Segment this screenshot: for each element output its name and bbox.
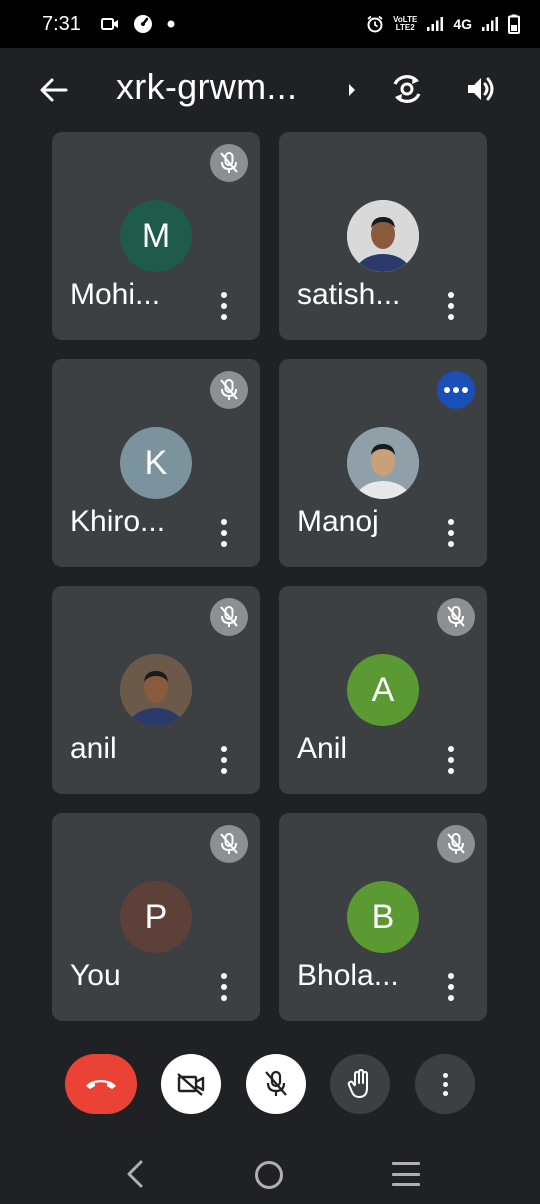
avatar-initial: B — [371, 897, 395, 936]
raise-hand-button[interactable] — [330, 1054, 390, 1114]
participant-tile[interactable]: K Khiro... — [52, 359, 260, 567]
mic-muted-icon — [447, 606, 465, 627]
mic-muted-badge — [210, 598, 248, 636]
speaker-button[interactable] — [460, 68, 502, 110]
participant-name: Anil — [297, 732, 348, 765]
avatar: P — [120, 881, 192, 953]
raise-hand-icon — [347, 1069, 368, 1098]
more-vert-icon — [221, 292, 227, 298]
system-nav-bar — [0, 1144, 540, 1204]
more-options-button[interactable] — [415, 1054, 475, 1114]
participant-name: Bhola... — [297, 959, 399, 992]
battery-icon — [508, 14, 520, 34]
more-vert-icon — [221, 973, 227, 979]
end-call-icon — [86, 1080, 116, 1089]
more-vert-icon — [448, 973, 454, 979]
mic-muted-badge — [210, 825, 248, 863]
tile-menu-button[interactable] — [212, 742, 236, 778]
avatar — [120, 654, 192, 726]
signal-icon — [482, 17, 498, 31]
back-arrow-icon — [40, 78, 68, 102]
mic-off-icon — [265, 1070, 287, 1096]
mic-muted-badge — [437, 598, 475, 636]
mic-muted-icon — [220, 152, 238, 173]
participant-photo — [347, 427, 419, 499]
mic-toggle-button[interactable] — [246, 1054, 306, 1114]
mic-muted-badge — [210, 144, 248, 182]
mic-muted-icon — [220, 379, 238, 400]
tile-menu-button[interactable] — [212, 515, 236, 551]
tile-menu-button[interactable] — [439, 288, 463, 324]
participant-tile[interactable]: A Anil — [279, 586, 487, 794]
more-vert-icon — [448, 519, 454, 525]
camera-off-icon — [177, 1073, 205, 1096]
camera-toggle-button[interactable] — [161, 1054, 221, 1114]
avatar-initial: A — [371, 670, 395, 709]
status-bar: 7:31 VoLTE LTE2 4G — [0, 0, 540, 48]
switch-camera-icon — [393, 75, 421, 103]
signal-icon — [427, 17, 444, 31]
participant-name: Khiro... — [70, 505, 166, 538]
participant-photo — [347, 200, 419, 272]
tile-menu-button[interactable] — [439, 969, 463, 1005]
status-time: 7:31 — [42, 12, 81, 35]
tile-menu-button[interactable] — [212, 969, 236, 1005]
more-options-icon — [442, 1072, 448, 1096]
participant-tile[interactable]: satish... — [279, 132, 487, 340]
participant-tile[interactable]: M Mohi... — [52, 132, 260, 340]
alarm-icon — [367, 15, 383, 33]
avatar: K — [120, 427, 192, 499]
participant-tile[interactable]: Manoj — [279, 359, 487, 567]
volte-bottom-label: LTE2 — [395, 23, 415, 32]
avatar-initial: K — [144, 443, 168, 482]
nav-recents-icon[interactable] — [392, 1162, 420, 1186]
participant-tile[interactable]: B Bhola... — [279, 813, 487, 1021]
tile-menu-button[interactable] — [212, 288, 236, 324]
more-vert-icon — [221, 519, 227, 525]
nav-home-icon[interactable] — [255, 1161, 283, 1189]
data-saver-icon — [133, 15, 152, 33]
participant-tile[interactable]: P You — [52, 813, 260, 1021]
participant-name: satish... — [297, 278, 401, 311]
participant-name: You — [70, 959, 121, 992]
status-right-icons: VoLTE LTE2 4G — [366, 14, 520, 34]
avatar-initial: P — [144, 897, 168, 936]
call-header: xrk-grwm... — [0, 48, 540, 132]
tile-menu-button[interactable] — [439, 515, 463, 551]
meeting-title[interactable]: xrk-grwm... — [116, 66, 338, 108]
avatar-initial: M — [141, 216, 171, 255]
participant-name: anil — [70, 732, 117, 765]
mic-muted-badge — [437, 825, 475, 863]
back-button[interactable] — [36, 72, 72, 108]
avatar: B — [347, 881, 419, 953]
participant-tile[interactable]: anil — [52, 586, 260, 794]
mic-muted-icon — [220, 833, 238, 854]
participant-photo — [120, 654, 192, 726]
participant-name: Mohi... — [70, 278, 161, 311]
more-vert-icon — [448, 746, 454, 752]
more-vert-icon — [221, 746, 227, 752]
avatar: M — [120, 200, 192, 272]
caret-right-icon[interactable] — [344, 78, 360, 102]
speaker-icon — [468, 77, 494, 101]
mic-muted-badge — [210, 371, 248, 409]
speaking-indicator-icon — [437, 371, 475, 409]
tile-menu-button[interactable] — [439, 742, 463, 778]
end-call-button[interactable] — [65, 1054, 137, 1114]
volte-icon: VoLTE LTE2 — [393, 16, 417, 32]
more-vert-icon — [448, 292, 454, 298]
mic-muted-icon — [447, 833, 465, 854]
notification-dot-icon — [167, 20, 175, 28]
status-left-icons — [100, 14, 175, 34]
video-call-icon — [100, 18, 118, 30]
mic-muted-icon — [220, 606, 238, 627]
nav-back-icon[interactable] — [120, 1158, 152, 1190]
switch-camera-button[interactable] — [386, 68, 428, 110]
participant-name: Manoj — [297, 505, 379, 538]
avatar — [347, 200, 419, 272]
avatar — [347, 427, 419, 499]
meet-screen: 7:31 VoLTE LTE2 4G xrk-grwm... M Mohi...… — [0, 0, 540, 1204]
avatar: A — [347, 654, 419, 726]
network-type: 4G — [453, 16, 472, 32]
